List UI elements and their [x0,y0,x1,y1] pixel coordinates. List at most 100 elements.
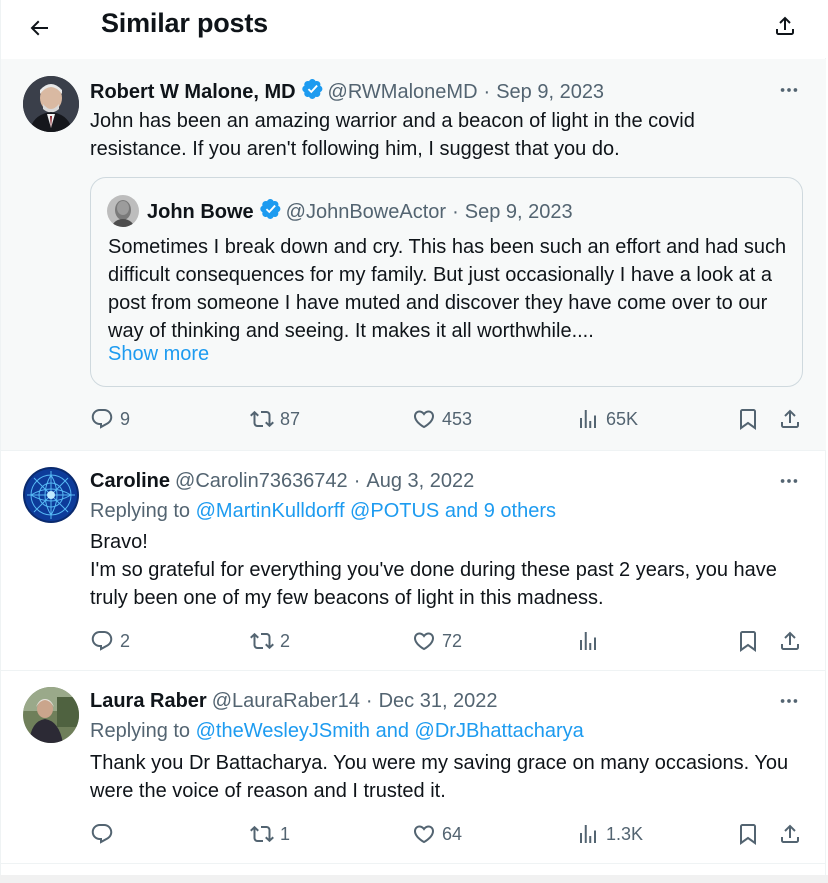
post-actions: 9 87 453 65K [90,402,806,436]
author-name[interactable]: Caroline [90,470,170,493]
views-chart-icon [580,410,596,428]
post-header: Laura Raber @LauraRaber14 · Dec 31, 2022 [90,690,498,713]
reply-button[interactable]: 2 [90,624,130,658]
reply-button[interactable]: 9 [90,402,130,436]
more-dots-icon [780,699,798,703]
bookmark-button[interactable] [736,402,760,436]
reply-icon [91,409,113,429]
author-name[interactable]: Laura Raber [90,690,207,713]
quoted-post-date[interactable]: Sep 9, 2023 [465,201,573,224]
separator-dot: · [353,470,361,492]
repost-count: 87 [280,408,301,429]
like-count: 453 [442,408,473,429]
heart-icon [413,410,435,429]
views-button[interactable] [576,624,606,658]
avatar[interactable] [23,467,79,523]
like-button[interactable]: 72 [412,624,462,658]
post-date[interactable]: Dec 31, 2022 [379,690,498,713]
post[interactable]: Caroline @Carolin73636742 · Aug 3, 2022 … [1,451,826,671]
views-button[interactable]: 1.3K [576,817,643,851]
more-options-button[interactable] [771,469,807,493]
replying-to-label: Replying to [90,720,196,742]
more-options-button[interactable] [771,689,807,713]
avatar[interactable] [23,687,79,743]
repost-button[interactable]: 87 [250,402,300,436]
replying-to-label: Replying to [90,500,196,522]
bookmark-icon [740,824,756,845]
reply-icon [91,631,113,651]
author-name[interactable]: Robert W Malone, MD [90,81,296,104]
post-date[interactable]: Aug 3, 2022 [366,470,474,493]
arrow-left-icon [30,20,48,36]
like-count: 64 [442,823,463,844]
repost-count: 1 [280,823,291,844]
quoted-post-header: John Bowe @JohnBoweActor · Sep 9, 2023 [147,198,573,226]
show-more-link[interactable]: Show more [108,343,209,366]
heart-icon [413,825,435,844]
like-button[interactable]: 64 [412,817,462,851]
quoted-post[interactable]: John Bowe @JohnBoweActor · Sep 9, 2023 S… [90,177,803,387]
separator-dot: · [365,690,373,712]
separator-dot: · [483,80,491,103]
replying-to-users-link[interactable]: @theWesleyJSmith and @DrJBhattacharya [196,720,584,742]
reply-count: 9 [120,408,131,429]
more-dots-icon [780,88,798,92]
repost-icon [250,410,274,428]
author-handle[interactable]: @LauraRaber14 [212,690,360,713]
bookmark-icon [740,631,756,652]
post[interactable]: Robert W Malone, MD @RWMaloneMD · Sep 9,… [1,59,826,451]
reply-button[interactable] [90,817,120,851]
bookmark-button[interactable] [736,817,760,851]
quoted-post-text: Sometimes I break down and cry. This has… [108,236,787,342]
more-options-button[interactable] [771,78,807,102]
replying-to-users-link[interactable]: @MartinKulldorff @POTUS and 9 others [196,500,556,522]
share-icon [776,16,794,35]
post[interactable]: Laura Raber @LauraRaber14 · Dec 31, 2022… [1,671,826,864]
avatar[interactable] [23,76,79,132]
post-text: Thank you Dr Battacharya. You were my sa… [90,752,789,802]
repost-button[interactable]: 2 [250,624,290,658]
share-page-button[interactable] [765,6,805,46]
post-actions: 1 64 1.3K [90,817,806,851]
views-count: 1.3K [606,823,644,844]
quoted-author-name[interactable]: John Bowe [147,201,254,224]
more-dots-icon [780,479,798,483]
verified-badge-icon [301,78,324,106]
replying-to: Replying to @MartinKulldorff @POTUS and … [90,500,556,523]
post-header: Caroline @Carolin73636742 · Aug 3, 2022 [90,470,474,493]
like-count: 72 [442,630,463,651]
views-button[interactable]: 65K [576,402,638,436]
views-chart-icon [580,825,596,843]
share-icon [781,824,799,843]
share-icon [781,631,799,650]
heart-icon [413,632,435,651]
timeline-column: Similar posts Robert W Malone, MD @RWMal… [0,0,826,883]
views-count: 65K [606,408,639,429]
separator-dot: · [452,200,459,223]
share-post-button[interactable] [778,402,802,436]
quoted-avatar[interactable] [107,195,139,227]
bookmark-button[interactable] [736,624,760,658]
post-actions: 2 2 72 [90,624,806,658]
share-post-button[interactable] [778,624,802,658]
verified-badge-icon [259,198,282,226]
horizontal-scrollbar[interactable] [0,875,828,883]
author-handle[interactable]: @RWMaloneMD [328,81,478,104]
replying-to: Replying to @theWesleyJSmith and @DrJBha… [90,720,584,743]
post-text: John has been an amazing warrior and a b… [90,110,695,160]
share-post-button[interactable] [778,817,802,851]
back-button[interactable] [19,8,59,48]
post-text: Bravo! I'm so grateful for everything yo… [90,531,777,609]
repost-count: 2 [280,630,291,651]
repost-button[interactable]: 1 [250,817,290,851]
like-button[interactable]: 453 [412,402,472,436]
page-header: Similar posts [1,0,826,58]
author-handle[interactable]: @Carolin73636742 [175,470,348,493]
quoted-author-handle[interactable]: @JohnBoweActor [286,201,446,224]
repost-icon [250,825,274,843]
bookmark-icon [740,409,756,430]
post-header: Robert W Malone, MD @RWMaloneMD · Sep 9,… [90,78,604,106]
repost-icon [250,632,274,650]
post-date[interactable]: Sep 9, 2023 [496,81,604,104]
page-title: Similar posts [101,8,268,38]
